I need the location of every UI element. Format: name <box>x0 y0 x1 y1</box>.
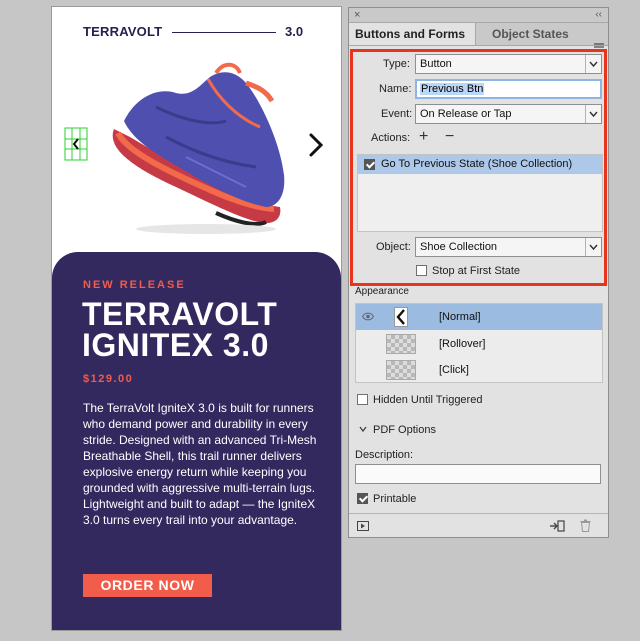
name-label: Name: <box>379 83 412 95</box>
next-arrow-icon[interactable] <box>305 132 325 158</box>
event-label: Event: <box>381 108 413 120</box>
action-item-label: Go To Previous State (Shoe Collection) <box>381 158 573 170</box>
page-artboard: TERRAVOLT 3.0 NEW RELEASE TERRAVOLT IGNI… <box>51 6 342 631</box>
normal-state-thumbnail <box>394 307 408 327</box>
object-value: Shoe Collection <box>420 241 498 253</box>
stop-at-first-state-label: Stop at First State <box>432 265 521 277</box>
type-value: Button <box>420 58 452 70</box>
convert-to-object-icon[interactable] <box>549 520 565 532</box>
product-price: $129.00 <box>83 373 134 385</box>
product-title-line1: TERRAVOLT <box>82 296 278 332</box>
add-action-icon[interactable]: + <box>419 129 428 145</box>
appearance-states-list: [Normal] [Rollover] [Click] <box>355 303 603 383</box>
chevron-down-icon[interactable] <box>359 425 367 433</box>
tab-buttons-and-forms[interactable]: Buttons and Forms <box>349 23 476 45</box>
action-enabled-checkbox[interactable] <box>364 159 375 170</box>
appearance-heading: Appearance <box>355 286 409 297</box>
appearance-label-normal: [Normal] <box>439 311 481 323</box>
product-title-line2: IGNITEX 3.0 <box>82 327 269 363</box>
button-frame-marker-icon[interactable] <box>64 127 88 161</box>
printable-label: Printable <box>373 493 417 505</box>
version-number: 3.0 <box>285 24 304 39</box>
stop-at-first-state-checkbox[interactable] <box>416 265 427 276</box>
shoe-image <box>112 62 285 234</box>
appearance-row-click[interactable]: [Click] <box>356 357 602 383</box>
event-dropdown[interactable]: On Release or Tap <box>415 104 602 124</box>
rollover-state-thumbnail <box>386 334 416 354</box>
hidden-until-triggered-label: Hidden Until Triggered <box>373 394 483 406</box>
type-dropdown[interactable]: Button <box>415 54 602 74</box>
product-info-section: NEW RELEASE TERRAVOLT IGNITEX 3.0 $129.0… <box>52 252 341 630</box>
panel-bottom-bar <box>349 513 608 538</box>
close-icon[interactable]: × <box>354 8 360 22</box>
trash-icon[interactable] <box>580 519 591 532</box>
brand-logo-text: TERRAVOLT <box>83 24 163 39</box>
collapse-icon[interactable]: ‹‹ <box>595 8 602 22</box>
product-description: The TerraVolt IgniteX 3.0 is built for r… <box>83 401 317 527</box>
event-value: On Release or Tap <box>420 108 512 120</box>
new-release-tag: NEW RELEASE <box>83 279 186 291</box>
actions-list: Go To Previous State (Shoe Collection) <box>357 154 603 232</box>
pdf-options-heading[interactable]: PDF Options <box>373 424 436 436</box>
click-state-thumbnail <box>386 360 416 380</box>
chevron-down-icon <box>585 238 598 256</box>
appearance-label-click: [Click] <box>439 364 469 376</box>
appearance-row-normal[interactable]: [Normal] <box>356 304 602 330</box>
actions-label: Actions: <box>371 132 411 144</box>
panel-tab-bar: Buttons and Forms Object States <box>349 23 608 51</box>
panel-title-bar[interactable]: × ‹‹ <box>349 8 608 23</box>
chevron-down-icon <box>585 105 598 123</box>
buttons-and-forms-panel: × ‹‹ Buttons and Forms Object States Typ… <box>348 7 609 538</box>
order-now-button[interactable]: ORDER NOW <box>83 574 212 597</box>
remove-action-icon[interactable]: − <box>445 129 454 145</box>
tab-object-states[interactable]: Object States <box>486 23 586 45</box>
action-list-item[interactable]: Go To Previous State (Shoe Collection) <box>358 155 602 174</box>
description-field[interactable] <box>355 464 601 484</box>
hidden-until-triggered-checkbox[interactable] <box>357 394 368 405</box>
type-label: Type: <box>383 58 410 70</box>
appearance-row-rollover[interactable]: [Rollover] <box>356 331 602 357</box>
chevron-down-icon <box>585 55 598 73</box>
description-label: Description: <box>355 449 414 461</box>
preview-icon[interactable] <box>357 521 369 531</box>
name-value: Previous Btn <box>420 83 485 95</box>
brand-divider-line <box>172 32 276 33</box>
appearance-label-rollover: [Rollover] <box>439 338 486 350</box>
object-label: Object: <box>376 241 411 253</box>
object-dropdown[interactable]: Shoe Collection <box>415 237 602 257</box>
product-title: TERRAVOLT IGNITEX 3.0 <box>82 296 322 363</box>
printable-checkbox[interactable] <box>357 493 368 504</box>
eye-icon[interactable] <box>362 312 374 321</box>
back-arrow-thumbnail-icon <box>396 309 405 325</box>
name-field[interactable]: Previous Btn <box>415 79 602 99</box>
